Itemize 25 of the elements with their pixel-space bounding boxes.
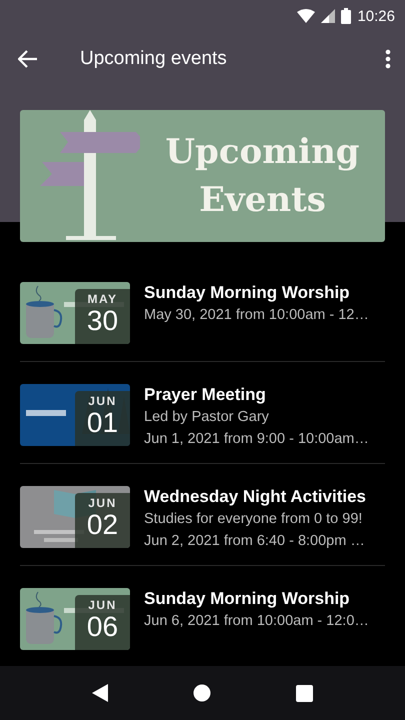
event-detail: Studies for everyone from 0 to 99! — [144, 510, 364, 529]
screen-title: Upcoming events — [80, 48, 228, 70]
event-detail: Jun 6, 2021 from 10:00am - 12:0… — [144, 612, 369, 631]
event-title[interactable]: Sunday Morning Worship — [144, 588, 369, 610]
date-day: 30 — [86, 306, 118, 336]
status-time: 10:26 — [357, 8, 395, 24]
date-day: 06 — [86, 612, 118, 642]
event-detail: Jun 1, 2021 from 9:00 - 10:00am… — [144, 430, 369, 449]
wifi-icon — [297, 9, 316, 23]
date-day: 02 — [86, 510, 118, 540]
banner-title: Upcoming — [165, 131, 360, 174]
date-month: JUN — [88, 394, 117, 408]
signal-icon — [321, 9, 336, 23]
date-day: 01 — [86, 408, 118, 438]
event-title[interactable]: Sunday Morning Worship — [144, 282, 369, 304]
battery-icon — [341, 8, 352, 24]
event-title[interactable]: Prayer Meeting — [144, 384, 369, 406]
event-detail: May 30, 2021 from 10:00am - 12… — [144, 306, 369, 325]
date-month: MAY — [87, 292, 118, 306]
event-title[interactable]: Wednesday Night Activities — [144, 486, 366, 508]
date-month: JUN — [88, 598, 117, 612]
event-detail: Jun 2, 2021 from 6:40 - 8:00pm … — [144, 532, 366, 551]
banner-title: Events — [199, 179, 326, 222]
date-month: JUN — [88, 496, 117, 510]
event-detail: Led by Pastor Gary — [144, 408, 270, 427]
